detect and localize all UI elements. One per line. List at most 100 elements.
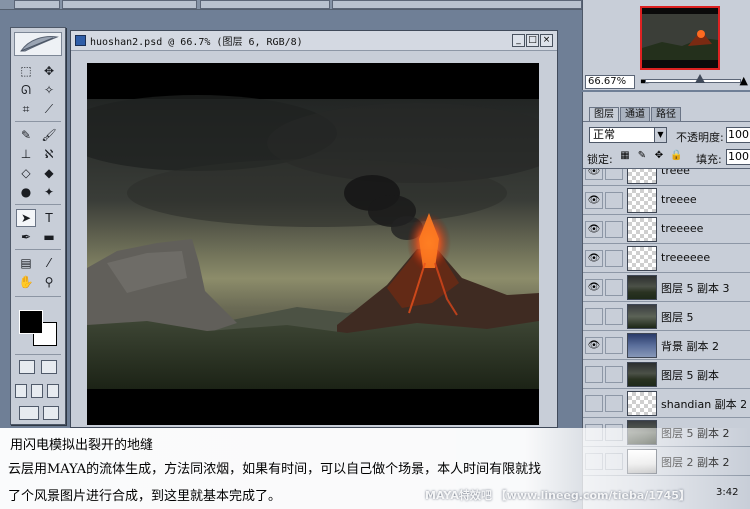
options-field[interactable] [62,0,197,9]
minimize-button[interactable]: _ [512,34,525,47]
layer-row[interactable]: shandian 副本 2 [583,389,750,418]
lock-image-icon[interactable]: ✎ [636,150,648,162]
layer-row[interactable]: 👁 treeeee [583,215,750,244]
zoom-slider[interactable] [645,79,741,83]
paint-bucket-tool-icon[interactable]: ◆ [39,164,59,182]
notes-tool-icon[interactable]: ▤ [16,254,36,272]
layer-row[interactable]: 图层 5 副本 [583,360,750,389]
watermark: MAYA特效吧 【www.lineeg.com/tieba/1745】 [425,489,690,502]
layer-thumbnail [627,246,657,271]
navigator-preview[interactable] [640,6,720,70]
options-tool-button[interactable] [14,0,60,9]
link-toggle[interactable] [605,308,623,325]
crop-tool-icon[interactable]: ⌗ [16,100,36,118]
lock-all-icon[interactable]: 🔒 [670,150,682,162]
lock-position-icon[interactable]: ✥ [653,150,665,162]
marquee-tool-icon[interactable]: ⬚ [16,62,36,80]
tab-paths[interactable]: 路径 [651,107,681,121]
options-bar [0,0,582,10]
layer-row[interactable]: 👁 treee [583,168,750,186]
eye-visibility-icon[interactable]: 👁 [585,169,603,180]
eye-visibility-icon[interactable]: 👁 [585,192,603,209]
eraser-tool-icon[interactable]: ◇ [16,164,36,182]
magic-wand-tool-icon[interactable]: ✧ [39,81,59,99]
opacity-label: 不透明度: [676,131,724,144]
layer-name: 图层 5 [661,311,694,324]
eye-visibility-icon[interactable]: 👁 [585,250,603,267]
zoom-tool-icon[interactable]: ⚲ [39,273,59,291]
layer-name: 图层 5 副本 3 [661,282,730,295]
move-tool-icon[interactable]: ✥ [39,62,59,80]
shape-tool-icon[interactable]: ▬ [39,228,59,246]
document-window: huoshan2.psd @ 66.7% (图层 6, RGB/8) _ □ × [70,30,558,428]
link-toggle[interactable] [605,192,623,209]
lock-transparency-icon[interactable]: ▦ [619,150,631,162]
layer-row[interactable]: 👁 treeee [583,186,750,215]
image-ready-icon[interactable] [43,406,59,420]
eye-visibility-icon[interactable] [585,308,603,325]
navigator-panel: 66.67% ▬ ▲ [582,0,750,90]
caption-line-1: 用闪电模拟出裂开的地缝 [10,438,154,453]
eye-visibility-icon[interactable] [585,366,603,383]
healing-brush-tool-icon[interactable]: ✎ [16,126,36,144]
zoom-in-icon[interactable]: ▲ [740,74,748,87]
close-button[interactable]: × [540,34,553,47]
eye-visibility-icon[interactable] [585,395,603,412]
toolbox-divider [15,354,61,355]
eye-visibility-icon[interactable]: 👁 [585,337,603,354]
feather-logo-icon[interactable] [14,32,62,56]
layer-row[interactable]: 👁 背景 副本 2 [583,331,750,360]
zoom-field[interactable]: 66.67% [585,75,635,89]
options-field[interactable] [200,0,330,9]
slice-tool-icon[interactable]: ⟋ [39,100,59,118]
quick-mask-mode-button[interactable] [41,360,57,374]
layer-thumbnail [627,362,657,387]
link-toggle[interactable] [605,279,623,296]
brush-tool-icon[interactable]: 🖌 [39,126,59,144]
options-field[interactable] [332,0,582,9]
link-toggle[interactable] [605,337,623,354]
document-titlebar[interactable]: huoshan2.psd @ 66.7% (图层 6, RGB/8) [71,31,557,51]
path-select-tool-icon[interactable]: ➤ [16,209,36,227]
volcano-image [87,63,539,425]
layer-row[interactable]: 👁 图层 5 副本 3 [583,273,750,302]
timestamp: 3:42 [716,487,739,498]
layer-row[interactable]: 图层 5 [583,302,750,331]
layer-name: treeeee [661,222,704,235]
tab-layers[interactable]: 图层 [589,107,619,121]
screen-mode-full-button[interactable] [47,384,59,398]
clone-stamp-tool-icon[interactable]: ⊥ [16,145,36,163]
layer-name: treee [661,168,690,177]
zoom-slider-knob[interactable] [695,74,705,83]
tab-underline [583,121,750,122]
layer-row[interactable]: 👁 treeeeee [583,244,750,273]
dodge-tool-icon[interactable]: ● [16,183,36,201]
screen-mode-standard-button[interactable] [15,384,27,398]
fill-field[interactable]: 100 [726,149,750,165]
eye-visibility-icon[interactable]: 👁 [585,279,603,296]
standard-mode-button[interactable] [19,360,35,374]
image-canvas[interactable] [87,63,539,425]
layer-thumbnail [627,333,657,358]
eyedropper-tool-icon[interactable]: ⁄ [39,254,59,272]
link-toggle[interactable] [605,169,623,180]
hand-tool-icon[interactable]: ✋ [16,273,36,291]
pen-tool-icon[interactable]: ✒ [16,228,36,246]
link-toggle[interactable] [605,366,623,383]
blend-mode-select[interactable]: 正常 ▼ [589,127,667,143]
eye-visibility-icon[interactable]: 👁 [585,221,603,238]
document-title: huoshan2.psd @ 66.7% (图层 6, RGB/8) [90,37,303,48]
history-brush-tool-icon[interactable]: ℵ [39,145,59,163]
jump-to-imageready-button[interactable] [19,406,39,420]
link-toggle[interactable] [605,395,623,412]
lasso-tool-icon[interactable]: ᘏ [16,81,36,99]
link-toggle[interactable] [605,221,623,238]
tab-channels[interactable]: 通道 [620,107,650,121]
maximize-button[interactable]: □ [526,34,539,47]
foreground-color-swatch[interactable] [19,310,43,334]
type-tool-icon[interactable]: T [39,209,59,227]
link-toggle[interactable] [605,250,623,267]
screen-mode-full-menu-button[interactable] [31,384,43,398]
opacity-field[interactable]: 100 [726,127,750,143]
burn-tool-icon[interactable]: ✦ [39,183,59,201]
